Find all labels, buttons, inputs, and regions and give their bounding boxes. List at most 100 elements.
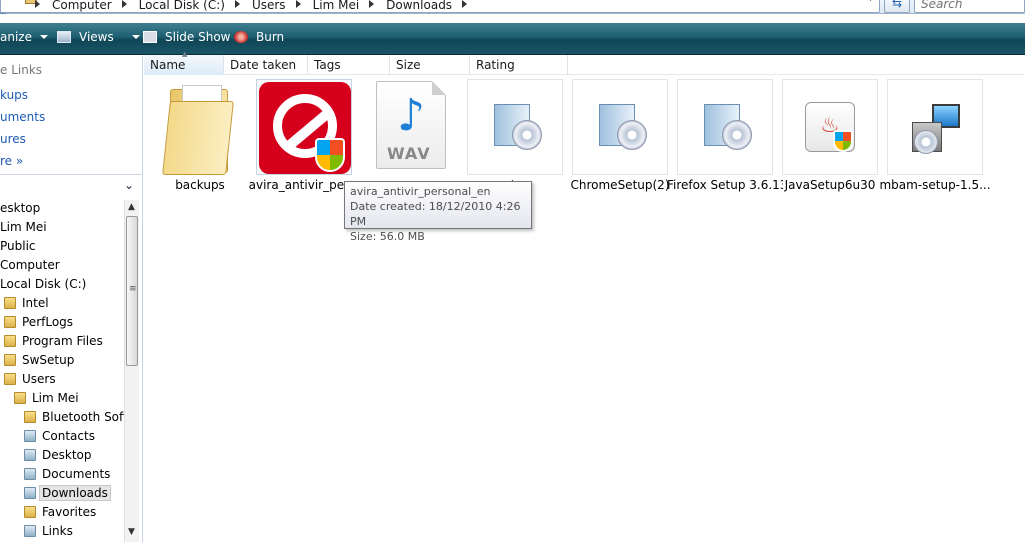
breadcrumb-separator-icon[interactable] [369, 0, 375, 8]
avira-installer-icon [256, 79, 352, 175]
burn-button[interactable]: Burn [234, 30, 284, 44]
wav-file-icon: ♪ WAV [366, 79, 462, 175]
views-icon [57, 31, 71, 43]
views-label: Views [79, 30, 114, 44]
favorite-link-pictures[interactable]: ures [0, 132, 26, 146]
column-size[interactable]: Size [390, 55, 470, 75]
file-item[interactable]: backups [152, 79, 248, 197]
search-input[interactable] [915, 0, 1024, 12]
scroll-down-arrow-icon[interactable]: ▼ [128, 527, 135, 537]
tooltip-filename: avira_antivir_personal_en [350, 185, 491, 198]
tree-item-label: Documents [42, 467, 111, 481]
tree-item[interactable]: Intel [4, 296, 49, 314]
setup-cd-icon [677, 79, 773, 175]
favorite-link-backups[interactable]: kups [0, 88, 28, 102]
tree-item-label: Downloads [39, 485, 111, 501]
more-label: re [0, 154, 13, 168]
folder-icon [4, 316, 16, 328]
tree-item[interactable]: SwSetup [4, 353, 74, 371]
breadcrumb-lim-mei[interactable]: Lim Mei [309, 0, 364, 12]
tree-item[interactable]: Documents [24, 467, 110, 485]
folder-icon [4, 354, 16, 366]
tree-scrollbar[interactable]: ▲ ≡ ▼ [124, 200, 139, 542]
slideshow-button[interactable]: Slide Show [143, 30, 230, 44]
scroll-thumb[interactable]: ≡ [126, 216, 138, 366]
folder-icon [14, 392, 26, 404]
tree-item-label: PerfLogs [22, 315, 74, 329]
tree-item-label: Users [22, 372, 56, 386]
tree-item[interactable]: Downloads [24, 485, 111, 504]
column-date-taken[interactable]: Date taken [224, 55, 308, 75]
tree-item-label: Favorites [42, 505, 97, 519]
column-rating[interactable]: Rating [470, 55, 568, 75]
setup-cd-icon [572, 79, 668, 175]
tree-item[interactable]: Favorites [24, 505, 96, 523]
breadcrumb-separator-icon[interactable] [295, 0, 301, 8]
tree-item-label: esktop [0, 201, 41, 215]
organize-label: anize [0, 30, 32, 44]
folder-icon [24, 468, 36, 480]
folder-icon [4, 297, 16, 309]
tree-item-label: Intel [22, 296, 49, 310]
tree-item[interactable]: Computer [0, 258, 60, 276]
tree-item[interactable]: Users [4, 372, 56, 390]
breadcrumb-users[interactable]: Users [248, 0, 290, 12]
tree-item[interactable]: Lim Mei [0, 220, 47, 238]
file-item[interactable]: ...tup [467, 79, 563, 197]
folders-chevron-down-icon[interactable]: ⌄ [124, 178, 134, 192]
scroll-up-arrow-icon[interactable]: ▲ [128, 202, 135, 212]
tree-item[interactable]: esktop [0, 201, 40, 219]
breadcrumb-separator-icon[interactable] [35, 0, 40, 8]
file-item[interactable]: ChromeSetup(2) [571, 79, 670, 197]
address-field[interactable]: Computer Local Disk (C:) Users Lim Mei Downl… [0, 0, 880, 13]
tree-item-label: Public [0, 239, 36, 253]
views-button[interactable]: Views [57, 30, 140, 44]
slideshow-label: Slide Show [165, 30, 231, 44]
column-headers: ▲ Name Date taken Tags Size Rating [144, 50, 1025, 75]
chevron-down-icon [39, 35, 48, 39]
file-item[interactable]: Firefox Setup 3.6.13 [667, 79, 783, 197]
tree-item[interactable]: Local Disk (C:) [0, 277, 86, 295]
tree-item-label: Bluetooth Softv [42, 410, 135, 424]
tree-item[interactable]: Lim Mei [14, 391, 79, 409]
mbam-installer-icon [887, 79, 983, 175]
breadcrumb-separator-icon[interactable] [234, 0, 240, 8]
tree-item[interactable]: Public [0, 239, 36, 257]
file-item[interactable]: avira_antivir_per... [249, 79, 359, 197]
file-label: backups [175, 178, 225, 192]
more-links[interactable]: re » [0, 154, 23, 168]
file-list: backups avira_antivir_per... ♪WAV ...tup… [144, 76, 1025, 542]
command-toolbar: anize Views Slide Show Burn [0, 23, 1025, 55]
tree-item[interactable]: Program Files [4, 334, 103, 352]
file-label: mbam-setup-1.5... [879, 178, 991, 192]
search-box[interactable] [914, 0, 1025, 13]
tooltip-date-created: Date created: 18/12/2010 4:26 PM [350, 200, 521, 228]
folder-icon [24, 430, 36, 442]
address-bar: Computer Local Disk (C:) Users Lim Mei Downl… [0, 0, 1025, 14]
tree-item[interactable]: Bluetooth Softv [24, 410, 135, 428]
burn-disc-icon [234, 31, 248, 43]
address-dropdown-icon[interactable]: ▼ [867, 0, 874, 3]
breadcrumb-separator-icon[interactable] [462, 0, 468, 8]
tree-item-label: Desktop [42, 448, 92, 462]
organize-button[interactable]: anize [0, 30, 48, 44]
file-item[interactable]: ♪ WAV [366, 79, 462, 197]
breadcrumb: Computer Local Disk (C:) Users Lim Mei Downl… [29, 0, 475, 12]
breadcrumb-computer[interactable]: Computer [48, 0, 116, 12]
column-tags[interactable]: Tags [308, 55, 390, 75]
favorite-link-documents[interactable]: uments [0, 110, 45, 124]
file-item[interactable]: ♨ JavaSetup6u30 [782, 79, 878, 197]
file-item[interactable]: mbam-setup-1.5... [879, 79, 991, 197]
breadcrumb-local-disk[interactable]: Local Disk (C:) [135, 0, 229, 12]
tree-item[interactable]: Desktop [24, 448, 92, 466]
grip-icon: ≡ [129, 284, 137, 294]
breadcrumb-separator-icon[interactable] [121, 0, 127, 8]
breadcrumb-downloads[interactable]: Downloads [382, 0, 456, 12]
tree-item[interactable]: Links [24, 524, 73, 542]
tree-item[interactable]: PerfLogs [4, 315, 73, 333]
file-label: Firefox Setup 3.6.13 [667, 178, 783, 192]
column-name[interactable]: ▲ Name [144, 50, 224, 75]
refresh-button[interactable]: ⇆ [884, 0, 910, 13]
tree-item[interactable]: Contacts [24, 429, 95, 447]
favorites-folder-icon [24, 506, 36, 518]
